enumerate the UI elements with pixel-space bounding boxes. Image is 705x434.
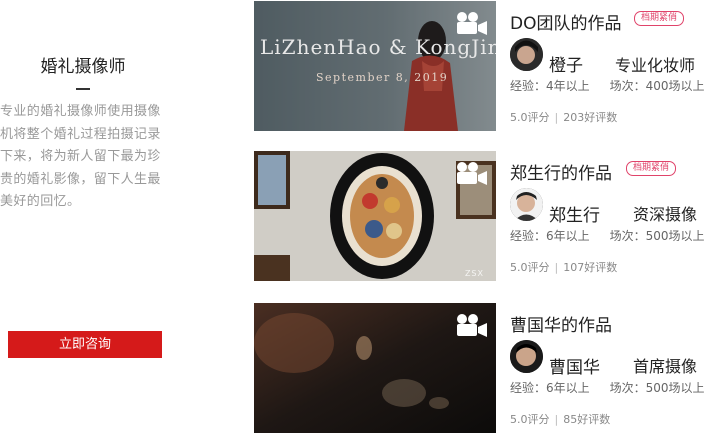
- work-card[interactable]: LiZhenHao & KongJing September 8, 2019 D…: [254, 1, 705, 131]
- rating-line: 5.0评分 | 85好评数: [510, 413, 611, 426]
- consult-button[interactable]: 立即咨询: [8, 331, 162, 358]
- work-thumbnail[interactable]: ZSX: [254, 151, 496, 281]
- avatar[interactable]: [510, 188, 543, 221]
- person-role: 首席摄像: [633, 357, 698, 376]
- avatar[interactable]: [510, 38, 543, 71]
- availability-badge: 档期紧俏: [634, 11, 685, 26]
- person-role: 资深摄像: [633, 205, 698, 224]
- work-info: 郑生行的作品 档期紧俏 郑生行 资深摄像 经验：6年以上 场次：500场以上 5.…: [510, 151, 705, 281]
- person-stats: 经验：6年以上 场次：500场以上: [510, 379, 705, 396]
- person-name: 曹国华: [549, 358, 600, 378]
- work-card[interactable]: ZSX 郑生行的作品 档期紧俏 郑生行 资深摄像 经验：6年以上 场次：500场以…: [254, 151, 705, 281]
- sessions-text: 场次：500场以上: [609, 381, 705, 395]
- experience-text: 经验：6年以上: [510, 229, 590, 243]
- thumbnail-watermark: ZSX: [464, 269, 484, 278]
- rating-line: 5.0评分 | 107好评数: [510, 261, 618, 274]
- person-name: 郑生行: [549, 206, 600, 226]
- work-title[interactable]: DO团队的作品: [510, 9, 621, 34]
- person-role: 专业化妆师: [615, 56, 696, 75]
- intro-title: 婚礼摄像师: [40, 57, 126, 77]
- person-stats: 经验：4年以上 场次：400场以上: [510, 77, 705, 94]
- work-card[interactable]: 曹国华的作品 曹国华 首席摄像 经验：6年以上 场次：500场以上 5.0评分 | 8…: [254, 303, 705, 433]
- work-info: DO团队的作品 档期紧俏 橙子 专业化妆师 经验：4年以上 场次：400场以上 5…: [510, 1, 705, 131]
- score-text: 5.0评分: [510, 413, 550, 426]
- person-name: 橙子: [549, 56, 583, 76]
- title-divider: [76, 88, 90, 90]
- rating-line: 5.0评分 | 203好评数: [510, 111, 618, 124]
- video-camera-icon: [457, 162, 487, 185]
- avatar[interactable]: [510, 340, 543, 373]
- thumbnail-caption: LiZhenHao & KongJing: [260, 35, 496, 59]
- video-camera-icon: [457, 12, 487, 35]
- intro-panel: 婚礼摄像师 专业的婚礼摄像师使用摄像机将整个婚礼过程拍摄记录下来，将为新人留下最…: [0, 0, 180, 434]
- work-thumbnail[interactable]: [254, 303, 496, 433]
- person-stats: 经验：6年以上 场次：500场以上: [510, 227, 705, 244]
- sessions-text: 场次：400场以上: [609, 79, 705, 93]
- score-text: 5.0评分: [510, 261, 550, 274]
- experience-text: 经验：4年以上: [510, 79, 590, 93]
- reviews-text: 85好评数: [563, 413, 611, 426]
- experience-text: 经验：6年以上: [510, 381, 590, 395]
- thumbnail-date: September 8, 2019: [316, 71, 449, 84]
- work-thumbnail[interactable]: LiZhenHao & KongJing September 8, 2019: [254, 1, 496, 131]
- work-info: 曹国华的作品 曹国华 首席摄像 经验：6年以上 场次：500场以上 5.0评分 | 8…: [510, 303, 705, 433]
- intro-description: 专业的婚礼摄像师使用摄像机将整个婚礼过程拍摄记录下来，将为新人留下最为珍贵的婚礼…: [0, 104, 161, 209]
- reviews-text: 203好评数: [563, 111, 618, 124]
- reviews-text: 107好评数: [563, 261, 618, 274]
- work-title[interactable]: 郑生行的作品: [510, 159, 612, 184]
- video-camera-icon: [457, 314, 487, 337]
- score-text: 5.0评分: [510, 111, 550, 124]
- work-title[interactable]: 曹国华的作品: [510, 311, 612, 336]
- sessions-text: 场次：500场以上: [609, 229, 705, 243]
- availability-badge: 档期紧俏: [626, 161, 677, 176]
